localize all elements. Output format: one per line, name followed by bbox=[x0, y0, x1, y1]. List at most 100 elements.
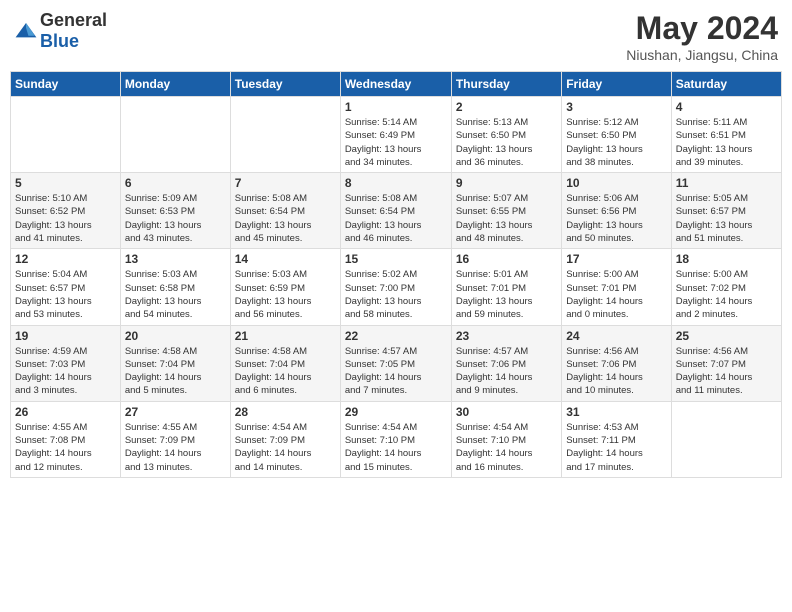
calendar-week-1: 1 Sunrise: 5:14 AMSunset: 6:49 PMDaylight… bbox=[11, 97, 782, 173]
calendar-week-3: 12 Sunrise: 5:04 AMSunset: 6:57 PMDayligh… bbox=[11, 249, 782, 325]
calendar-day-cell: 10Sunrise: 5:06 AMSunset: 6:56 PMDayligh… bbox=[562, 173, 671, 249]
calendar-day-cell: 7 Sunrise: 5:08 AMSunset: 6:54 PMDaylight… bbox=[230, 173, 340, 249]
day-info: Sunrise: 5:05 AMSunset: 6:57 PMDaylight:… bbox=[676, 192, 777, 245]
weekday-header-wednesday: Wednesday bbox=[340, 72, 451, 97]
day-number: 30 bbox=[456, 405, 557, 419]
calendar-day-cell: 20 Sunrise: 4:58 AMSunset: 7:04 PMDayligh… bbox=[120, 325, 230, 401]
calendar-day-cell: 15 Sunrise: 5:02 AMSunset: 7:00 PMDayligh… bbox=[340, 249, 451, 325]
calendar-header-row: SundayMondayTuesdayWednesdayThursdayFrid… bbox=[11, 72, 782, 97]
day-number: 28 bbox=[235, 405, 336, 419]
day-number: 17 bbox=[566, 252, 666, 266]
day-info: Sunrise: 4:56 AMSunset: 7:06 PMDaylight:… bbox=[566, 345, 666, 398]
calendar-day-cell: 13Sunrise: 5:03 AMSunset: 6:58 PMDayligh… bbox=[120, 249, 230, 325]
calendar-week-5: 26 Sunrise: 4:55 AMSunset: 7:08 PMDayligh… bbox=[11, 401, 782, 477]
calendar-day-cell: 8 Sunrise: 5:08 AMSunset: 6:54 PMDaylight… bbox=[340, 173, 451, 249]
day-number: 23 bbox=[456, 329, 557, 343]
weekday-header-thursday: Thursday bbox=[451, 72, 561, 97]
day-info: Sunrise: 4:54 AMSunset: 7:09 PMDaylight:… bbox=[235, 421, 336, 474]
day-number: 2 bbox=[456, 100, 557, 114]
day-info: Sunrise: 4:54 AMSunset: 7:10 PMDaylight:… bbox=[345, 421, 447, 474]
page-header: General Blue May 2024 Niushan, Jiangsu, … bbox=[10, 10, 782, 63]
day-number: 7 bbox=[235, 176, 336, 190]
day-info: Sunrise: 4:55 AMSunset: 7:08 PMDaylight:… bbox=[15, 421, 116, 474]
calendar-day-cell bbox=[671, 401, 781, 477]
calendar-day-cell bbox=[11, 97, 121, 173]
calendar-day-cell: 11Sunrise: 5:05 AMSunset: 6:57 PMDayligh… bbox=[671, 173, 781, 249]
day-number: 14 bbox=[235, 252, 336, 266]
calendar-day-cell: 31 Sunrise: 4:53 AMSunset: 7:11 PMDayligh… bbox=[562, 401, 671, 477]
day-info: Sunrise: 4:56 AMSunset: 7:07 PMDaylight:… bbox=[676, 345, 777, 398]
calendar-day-cell: 29 Sunrise: 4:54 AMSunset: 7:10 PMDayligh… bbox=[340, 401, 451, 477]
day-info: Sunrise: 5:02 AMSunset: 7:00 PMDaylight:… bbox=[345, 268, 447, 321]
calendar-day-cell: 12 Sunrise: 5:04 AMSunset: 6:57 PMDayligh… bbox=[11, 249, 121, 325]
calendar-day-cell: 19 Sunrise: 4:59 AMSunset: 7:03 PMDayligh… bbox=[11, 325, 121, 401]
title-section: May 2024 Niushan, Jiangsu, China bbox=[626, 10, 778, 63]
day-info: Sunrise: 4:57 AMSunset: 7:06 PMDaylight:… bbox=[456, 345, 557, 398]
day-number: 26 bbox=[15, 405, 116, 419]
day-number: 15 bbox=[345, 252, 447, 266]
calendar-day-cell: 18Sunrise: 5:00 AMSunset: 7:02 PMDayligh… bbox=[671, 249, 781, 325]
day-info: Sunrise: 5:06 AMSunset: 6:56 PMDaylight:… bbox=[566, 192, 666, 245]
calendar-day-cell: 4Sunrise: 5:11 AMSunset: 6:51 PMDaylight… bbox=[671, 97, 781, 173]
logo-general: General bbox=[40, 10, 107, 30]
calendar-day-cell: 1 Sunrise: 5:14 AMSunset: 6:49 PMDaylight… bbox=[340, 97, 451, 173]
calendar-day-cell: 25Sunrise: 4:56 AMSunset: 7:07 PMDayligh… bbox=[671, 325, 781, 401]
day-number: 3 bbox=[566, 100, 666, 114]
day-info: Sunrise: 4:55 AMSunset: 7:09 PMDaylight:… bbox=[125, 421, 226, 474]
weekday-header-monday: Monday bbox=[120, 72, 230, 97]
day-info: Sunrise: 5:13 AMSunset: 6:50 PMDaylight:… bbox=[456, 116, 557, 169]
day-info: Sunrise: 5:12 AMSunset: 6:50 PMDaylight:… bbox=[566, 116, 666, 169]
weekday-header-friday: Friday bbox=[562, 72, 671, 97]
calendar-day-cell: 2 Sunrise: 5:13 AMSunset: 6:50 PMDaylight… bbox=[451, 97, 561, 173]
day-info: Sunrise: 5:03 AMSunset: 6:59 PMDaylight:… bbox=[235, 268, 336, 321]
day-number: 31 bbox=[566, 405, 666, 419]
day-info: Sunrise: 5:10 AMSunset: 6:52 PMDaylight:… bbox=[15, 192, 116, 245]
calendar-day-cell: 17 Sunrise: 5:00 AMSunset: 7:01 PMDayligh… bbox=[562, 249, 671, 325]
calendar-day-cell: 16Sunrise: 5:01 AMSunset: 7:01 PMDayligh… bbox=[451, 249, 561, 325]
calendar-table: SundayMondayTuesdayWednesdayThursdayFrid… bbox=[10, 71, 782, 478]
calendar-day-cell: 26 Sunrise: 4:55 AMSunset: 7:08 PMDayligh… bbox=[11, 401, 121, 477]
day-number: 22 bbox=[345, 329, 447, 343]
day-number: 5 bbox=[15, 176, 116, 190]
day-info: Sunrise: 5:01 AMSunset: 7:01 PMDaylight:… bbox=[456, 268, 557, 321]
day-number: 21 bbox=[235, 329, 336, 343]
weekday-header-tuesday: Tuesday bbox=[230, 72, 340, 97]
location-label: Niushan, Jiangsu, China bbox=[626, 47, 778, 63]
weekday-header-sunday: Sunday bbox=[11, 72, 121, 97]
day-number: 8 bbox=[345, 176, 447, 190]
calendar-day-cell: 30 Sunrise: 4:54 AMSunset: 7:10 PMDayligh… bbox=[451, 401, 561, 477]
day-number: 20 bbox=[125, 329, 226, 343]
day-number: 29 bbox=[345, 405, 447, 419]
day-info: Sunrise: 5:08 AMSunset: 6:54 PMDaylight:… bbox=[345, 192, 447, 245]
day-info: Sunrise: 5:09 AMSunset: 6:53 PMDaylight:… bbox=[125, 192, 226, 245]
day-number: 9 bbox=[456, 176, 557, 190]
day-info: Sunrise: 4:53 AMSunset: 7:11 PMDaylight:… bbox=[566, 421, 666, 474]
calendar-week-2: 5 Sunrise: 5:10 AMSunset: 6:52 PMDaylight… bbox=[11, 173, 782, 249]
calendar-day-cell: 9 Sunrise: 5:07 AMSunset: 6:55 PMDaylight… bbox=[451, 173, 561, 249]
logo: General Blue bbox=[14, 10, 107, 52]
calendar-day-cell: 21 Sunrise: 4:58 AMSunset: 7:04 PMDayligh… bbox=[230, 325, 340, 401]
calendar-day-cell bbox=[120, 97, 230, 173]
month-year-title: May 2024 bbox=[626, 10, 778, 47]
day-info: Sunrise: 5:04 AMSunset: 6:57 PMDaylight:… bbox=[15, 268, 116, 321]
day-number: 19 bbox=[15, 329, 116, 343]
calendar-day-cell bbox=[230, 97, 340, 173]
day-info: Sunrise: 4:58 AMSunset: 7:04 PMDaylight:… bbox=[235, 345, 336, 398]
day-info: Sunrise: 4:58 AMSunset: 7:04 PMDaylight:… bbox=[125, 345, 226, 398]
day-info: Sunrise: 5:14 AMSunset: 6:49 PMDaylight:… bbox=[345, 116, 447, 169]
day-number: 4 bbox=[676, 100, 777, 114]
day-number: 1 bbox=[345, 100, 447, 114]
calendar-day-cell: 22Sunrise: 4:57 AMSunset: 7:05 PMDayligh… bbox=[340, 325, 451, 401]
day-info: Sunrise: 4:54 AMSunset: 7:10 PMDaylight:… bbox=[456, 421, 557, 474]
day-info: Sunrise: 5:07 AMSunset: 6:55 PMDaylight:… bbox=[456, 192, 557, 245]
calendar-day-cell: 27Sunrise: 4:55 AMSunset: 7:09 PMDayligh… bbox=[120, 401, 230, 477]
day-info: Sunrise: 4:59 AMSunset: 7:03 PMDaylight:… bbox=[15, 345, 116, 398]
day-info: Sunrise: 5:03 AMSunset: 6:58 PMDaylight:… bbox=[125, 268, 226, 321]
day-info: Sunrise: 5:08 AMSunset: 6:54 PMDaylight:… bbox=[235, 192, 336, 245]
day-number: 12 bbox=[15, 252, 116, 266]
calendar-day-cell: 14 Sunrise: 5:03 AMSunset: 6:59 PMDayligh… bbox=[230, 249, 340, 325]
logo-icon bbox=[14, 21, 38, 41]
calendar-day-cell: 28 Sunrise: 4:54 AMSunset: 7:09 PMDayligh… bbox=[230, 401, 340, 477]
calendar-day-cell: 5 Sunrise: 5:10 AMSunset: 6:52 PMDaylight… bbox=[11, 173, 121, 249]
day-info: Sunrise: 5:00 AMSunset: 7:01 PMDaylight:… bbox=[566, 268, 666, 321]
